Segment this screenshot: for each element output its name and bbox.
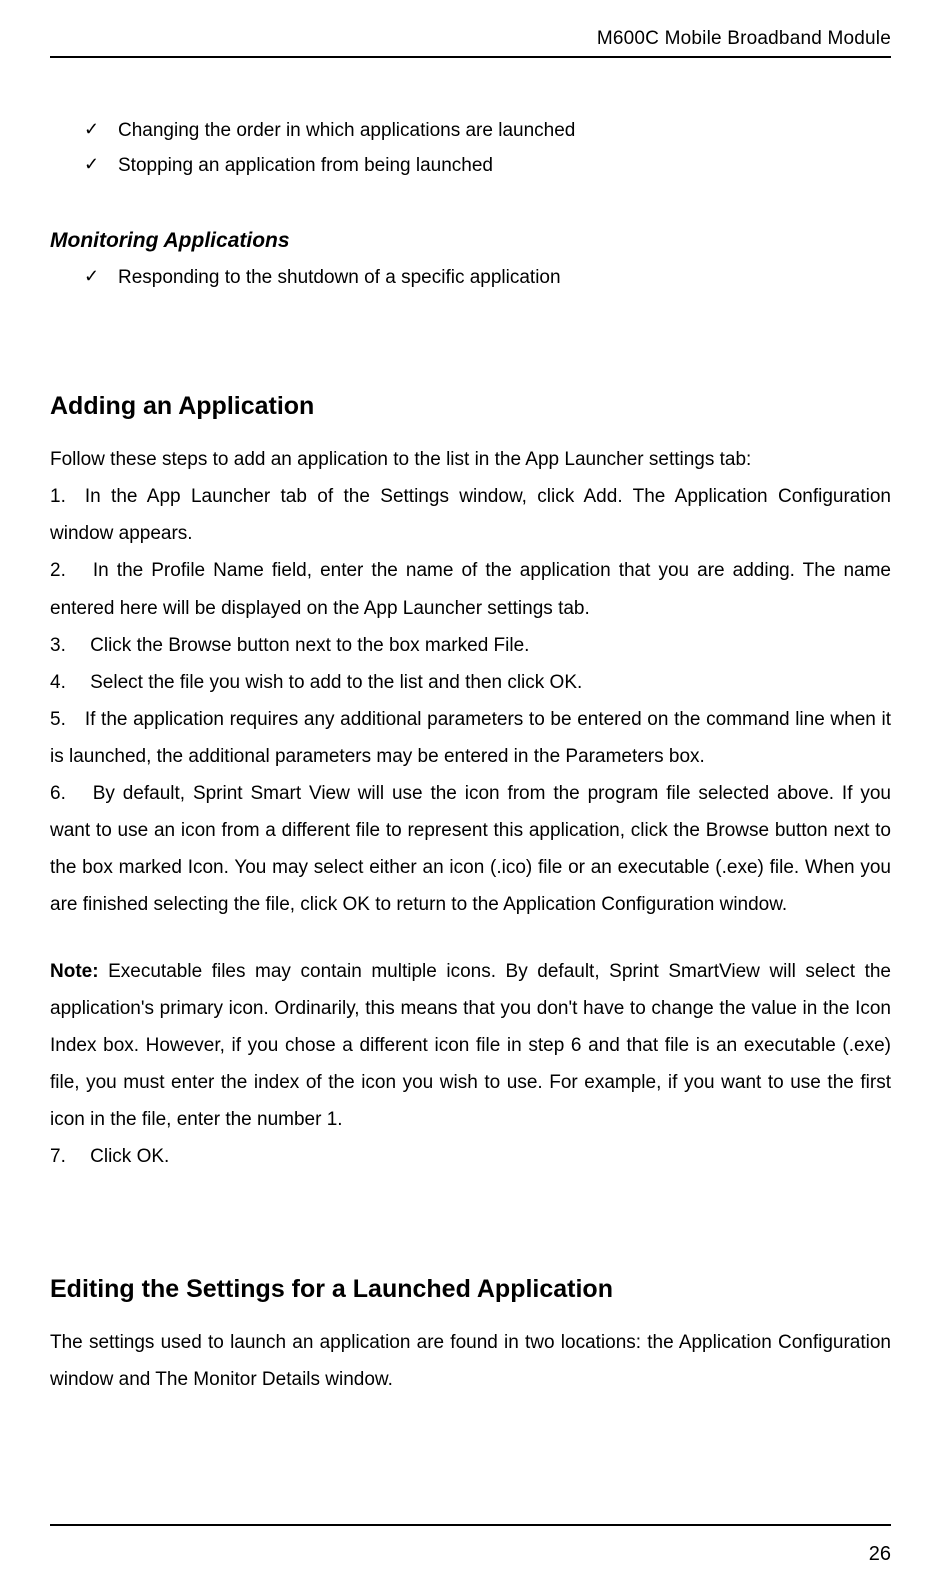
note-block: Note: Executable files may contain multi… xyxy=(50,953,891,1175)
editing-heading: Editing the Settings for a Launched Appl… xyxy=(50,1275,891,1304)
step-4: 4. Select the file you wish to add to th… xyxy=(50,664,891,701)
check-icon: ✓ xyxy=(84,116,99,144)
adding-intro: Follow these steps to add an application… xyxy=(50,441,891,478)
top-check-list: ✓ Changing the order in which applicatio… xyxy=(50,116,891,181)
page-header: M600C Mobile Broadband Module xyxy=(50,28,891,58)
check-item: ✓ Changing the order in which applicatio… xyxy=(50,116,891,145)
note-body: Executable files may contain multiple ic… xyxy=(50,961,891,1130)
step-1: 1. In the App Launcher tab of the Settin… xyxy=(50,478,891,552)
adding-heading: Adding an Application xyxy=(50,392,891,421)
check-icon: ✓ xyxy=(84,151,99,179)
step-7: 7. Click OK. xyxy=(50,1138,891,1175)
step-5: 5. If the application requires any addit… xyxy=(50,701,891,775)
note-label: Note: xyxy=(50,961,99,982)
step-6: 6. By default, Sprint Smart View will us… xyxy=(50,775,891,923)
editing-body: The settings used to launch an applicati… xyxy=(50,1324,891,1398)
check-item-text: Changing the order in which applications… xyxy=(118,120,575,141)
check-icon: ✓ xyxy=(84,263,99,291)
check-item: ✓ Responding to the shutdown of a specif… xyxy=(50,263,891,292)
check-item-text: Stopping an application from being launc… xyxy=(118,155,493,176)
adding-steps: 1. In the App Launcher tab of the Settin… xyxy=(50,478,891,923)
monitoring-check-list: ✓ Responding to the shutdown of a specif… xyxy=(50,263,891,292)
check-item: ✓ Stopping an application from being lau… xyxy=(50,151,891,180)
footer-rule xyxy=(50,1524,891,1526)
page-number: 26 xyxy=(869,1543,891,1566)
check-item-text: Responding to the shutdown of a specific… xyxy=(118,267,561,288)
monitoring-heading: Monitoring Applications xyxy=(50,229,891,253)
step-3: 3. Click the Browse button next to the b… xyxy=(50,627,891,664)
step-2: 2. In the Profile Name field, enter the … xyxy=(50,552,891,626)
